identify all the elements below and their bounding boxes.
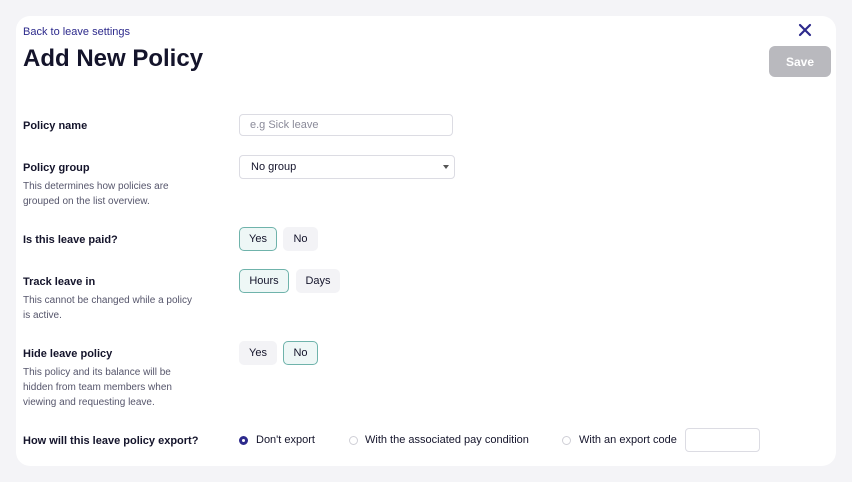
chevron-down-icon — [443, 165, 449, 169]
paid-label: Is this leave paid? — [23, 234, 118, 246]
policy-group-selected-value: No group — [251, 161, 297, 173]
track-leave-description: This cannot be changed while a policy is… — [23, 295, 192, 321]
add-policy-panel: Back to leave settings Add New Policy Sa… — [16, 16, 836, 466]
export-pay-condition-label[interactable]: With the associated pay condition — [365, 434, 529, 446]
export-none-label[interactable]: Don't export — [256, 434, 315, 446]
save-button[interactable]: Save — [769, 46, 831, 77]
export-pay-condition-radio[interactable] — [349, 436, 358, 445]
export-code-input[interactable] — [685, 428, 760, 452]
hide-no-button[interactable]: No — [283, 341, 318, 365]
hide-policy-label: Hide leave policy — [23, 348, 113, 360]
export-label: How will this leave policy export? — [23, 435, 199, 447]
hide-yes-button[interactable]: Yes — [239, 341, 277, 365]
policy-group-description: This determines how policies are grouped… — [23, 181, 169, 207]
policy-name-input[interactable] — [239, 114, 453, 136]
policy-group-select[interactable]: No group — [239, 155, 455, 179]
paid-yes-button[interactable]: Yes — [239, 227, 277, 251]
back-to-leave-settings-link[interactable]: Back to leave settings — [23, 26, 130, 38]
paid-no-button[interactable]: No — [283, 227, 318, 251]
track-hours-button[interactable]: Hours — [239, 269, 289, 293]
policy-group-label: Policy group — [23, 162, 90, 174]
policy-name-label: Policy name — [23, 120, 88, 132]
hide-policy-description: This policy and its balance will be hidd… — [23, 367, 172, 408]
track-days-button[interactable]: Days — [296, 269, 340, 293]
export-code-label[interactable]: With an export code — [579, 434, 677, 446]
close-icon[interactable] — [798, 23, 812, 37]
page-title: Add New Policy — [23, 45, 204, 72]
export-code-radio[interactable] — [562, 436, 571, 445]
track-leave-label: Track leave in — [23, 276, 96, 288]
export-none-radio[interactable] — [239, 436, 248, 445]
